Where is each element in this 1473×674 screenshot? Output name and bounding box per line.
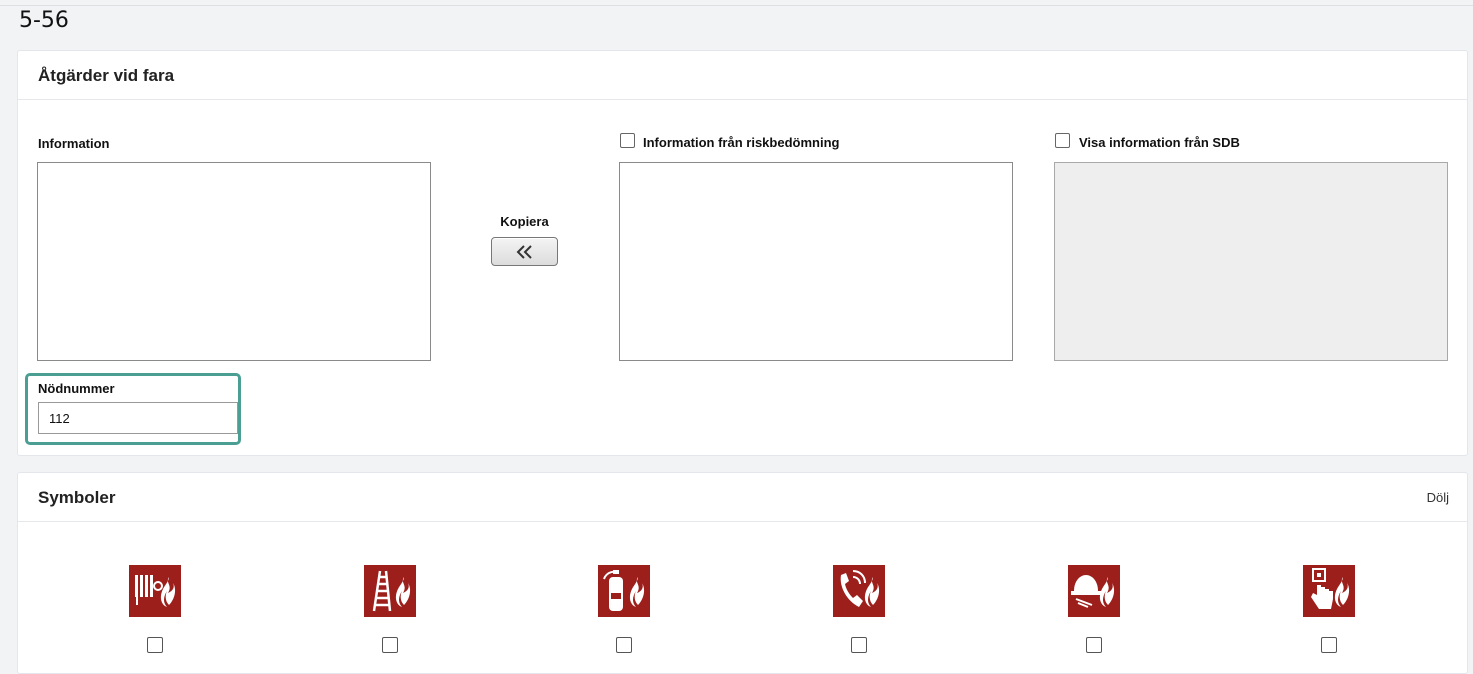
fire-ladder-symbol: [364, 565, 416, 617]
symbol-checkbox-3[interactable]: [616, 637, 632, 653]
emergency-number-input[interactable]: 112: [38, 402, 238, 434]
sdb-info-label: Visa information från SDB: [1079, 135, 1240, 150]
fire-extinguisher-icon: [603, 570, 645, 611]
symbol-checkbox-2[interactable]: [382, 637, 398, 653]
information-textarea[interactable]: [37, 162, 431, 361]
fire-hose-reel-icon: [135, 575, 176, 607]
symbol-checkbox-6[interactable]: [1321, 637, 1337, 653]
copy-label: Kopiera: [500, 214, 549, 229]
fire-ladder-icon: [372, 570, 411, 612]
hazard-card-header: Åtgärder vid fara: [18, 51, 1467, 100]
hazard-measures-card: Åtgärder vid fara Information Kopiera In…: [17, 50, 1468, 456]
symbol-checkbox-5[interactable]: [1086, 637, 1102, 653]
risk-info-textarea[interactable]: [619, 162, 1013, 361]
symbol-checkbox-4[interactable]: [851, 637, 867, 653]
sdb-info-checkbox[interactable]: [1055, 133, 1070, 148]
information-label: Information: [38, 136, 110, 151]
copy-button[interactable]: [491, 237, 558, 266]
emergency-phone-icon: [840, 570, 880, 607]
symbols-card: Symboler Dölj: [17, 472, 1468, 674]
symbol-checkbox-1[interactable]: [147, 637, 163, 653]
fire-hose-reel-symbol: [129, 565, 181, 617]
hazard-card-title: Åtgärder vid fara: [38, 66, 175, 85]
fire-alarm-call-point-icon: [1311, 568, 1350, 609]
page-number: 5-56: [19, 8, 69, 33]
fire-alarm-call-point-symbol: [1303, 565, 1355, 617]
symbols-card-header: Symboler Dölj: [18, 473, 1467, 522]
symbols-card-title: Symboler: [38, 488, 116, 507]
emergency-phone-symbol: [833, 565, 885, 617]
top-divider: [0, 5, 1473, 6]
risk-info-checkbox[interactable]: [620, 133, 635, 148]
hide-link[interactable]: Dölj: [1427, 490, 1449, 505]
fire-alarm-bell-symbol: [1068, 565, 1120, 617]
fire-extinguisher-symbol: [598, 565, 650, 617]
risk-info-label: Information från riskbedömning: [643, 135, 840, 150]
double-chevron-left-icon: [516, 245, 532, 259]
sdb-info-textarea: [1054, 162, 1448, 361]
emergency-number-label: Nödnummer: [38, 381, 115, 396]
fire-alarm-bell-icon: [1071, 575, 1115, 608]
